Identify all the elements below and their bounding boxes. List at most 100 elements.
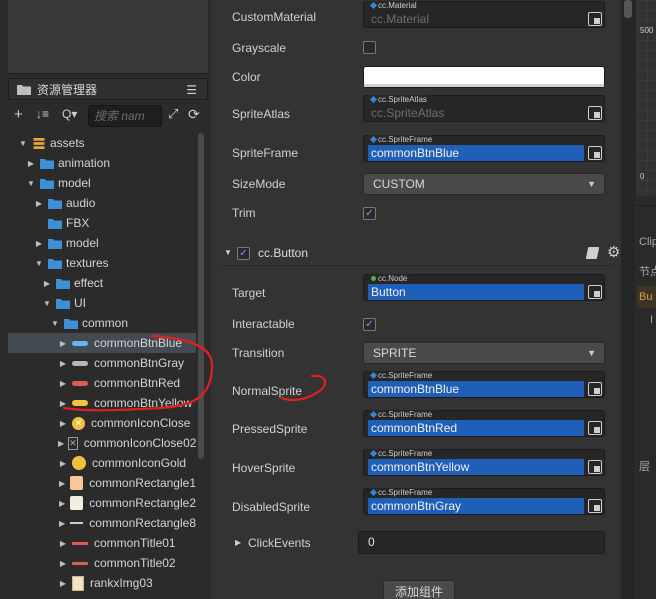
asset-picker-icon[interactable] (588, 499, 602, 513)
help-doc-icon[interactable] (585, 247, 600, 259)
tree-item-commonbtnred[interactable]: ▶ commonBtnRed (8, 373, 196, 393)
sprite-frame-label: SpriteFrame (232, 146, 299, 160)
expand-arrow-icon[interactable]: ▶ (58, 539, 68, 548)
expand-arrow-icon[interactable]: ▶ (58, 519, 66, 528)
expand-arrow-icon[interactable]: ▶ (58, 559, 68, 568)
tree-item-commoniconclose[interactable]: ▶ ✕ commonIconClose (8, 413, 196, 433)
gear-icon[interactable]: ⚙ (607, 243, 620, 261)
custom-material-field[interactable]: cc.Material cc.Material (363, 1, 605, 28)
search-menu-icon[interactable]: Q▾ (62, 107, 77, 121)
tree-item-textures[interactable]: ▼ textures (8, 253, 196, 273)
asset-picker-icon[interactable] (588, 382, 602, 396)
tree-item-common[interactable]: ▼ common (8, 313, 196, 333)
expand-arrow-icon[interactable]: ▶ (58, 459, 68, 468)
tree-scrollbar[interactable] (198, 133, 204, 459)
asset-picker-icon[interactable] (588, 146, 602, 160)
asset-picker-icon[interactable] (588, 285, 602, 299)
expand-arrow-icon[interactable]: ▶ (26, 159, 36, 168)
sprite-atlas-field[interactable]: cc.SpriteAtlas cc.SpriteAtlas (363, 95, 605, 122)
tree-item-model[interactable]: ▼ model (8, 173, 196, 193)
expand-arrow-icon[interactable]: ▶ (58, 339, 68, 348)
tree-item-effect[interactable]: ▶ effect (8, 273, 196, 293)
menu-icon[interactable]: ☰ (186, 83, 197, 97)
tree-item-commonbtnblue[interactable]: ▶ commonBtnBlue (8, 333, 196, 353)
tree-item-assets[interactable]: ▼ assets (8, 133, 196, 153)
sprite-frame-field[interactable]: cc.SpriteFrame commonBtnBlue (363, 135, 605, 162)
asset-tree: ▼ assets ▶ animation ▼ model ▶ audio FBX (8, 133, 196, 599)
expand-arrow-icon[interactable]: ▶ (58, 439, 64, 448)
expand-arrow-icon[interactable]: ▶ (42, 279, 52, 288)
size-mode-select[interactable]: CUSTOM ▼ (363, 173, 605, 195)
inspector-scrollbar[interactable] (621, 0, 635, 599)
tree-item-commonrectangle8[interactable]: ▶ commonRectangle8 (8, 513, 196, 533)
tree-item-commontitle01[interactable]: ▶ commonTitle01 (8, 533, 196, 553)
close-box-icon: ✕ (68, 436, 78, 450)
click-events-count-input[interactable]: 0 (358, 531, 605, 554)
tree-item-label: commonBtnRed (94, 376, 181, 390)
sprite-yellow-icon (72, 400, 88, 406)
expand-arrow-icon[interactable]: ▶ (235, 538, 241, 547)
trim-checkbox[interactable]: ✓ (363, 207, 376, 220)
asset-picker-icon[interactable] (588, 421, 602, 435)
upper-panel (8, 0, 208, 74)
tree-item-ui[interactable]: ▼ UI (8, 293, 196, 313)
type-tag: cc.SpriteFrame (368, 488, 436, 497)
tree-item-commonrectangle2[interactable]: ▶ commonRectangle2 (8, 493, 196, 513)
clip-label: Clip (639, 236, 656, 248)
hover-sprite-field[interactable]: cc.SpriteFrame commonBtnYellow (363, 449, 605, 476)
collapse-arrow-icon[interactable]: ▼ (42, 299, 52, 308)
color-swatch[interactable] (363, 66, 605, 88)
tree-item-commonbtnyellow[interactable]: ▶ commonBtnYellow (8, 393, 196, 413)
collapse-arrow-icon[interactable]: ▼ (34, 259, 44, 268)
asset-picker-icon[interactable] (588, 12, 602, 26)
collapse-arrow-icon[interactable]: ▼ (26, 179, 36, 188)
tree-item-commonrectangle1[interactable]: ▶ commonRectangle1 (8, 473, 196, 493)
expand-arrow-icon[interactable]: ▶ (34, 239, 44, 248)
collapse-arrow-icon[interactable]: ▼ (18, 139, 28, 148)
tree-item-rankximg03[interactable]: ▶ rankxImg03 (8, 573, 196, 593)
asset-picker-icon[interactable] (588, 460, 602, 474)
tree-item-commonbtngray[interactable]: ▶ commonBtnGray (8, 353, 196, 373)
add-component-button[interactable]: 添加组件 (383, 580, 455, 599)
rect-peach-icon (70, 476, 84, 490)
refresh-icon[interactable]: ⟳ (188, 106, 200, 123)
transition-select[interactable]: SPRITE ▼ (363, 342, 605, 364)
expand-arrow-icon[interactable]: ▶ (58, 359, 68, 368)
search-input[interactable] (88, 105, 162, 127)
disabled-sprite-field[interactable]: cc.SpriteFrame commonBtnGray (363, 488, 605, 515)
tree-item-label: commonIconGold (92, 456, 187, 470)
expand-arrow-icon[interactable]: ▶ (58, 419, 68, 428)
asset-toolbar: + ↓≡ Q▾ ⤢ ⟳ (8, 102, 208, 130)
expand-icon[interactable]: ⤢ (168, 106, 178, 122)
asset-picker-icon[interactable] (588, 106, 602, 120)
tree-item-commonicongold[interactable]: ▶ commonIconGold (8, 453, 196, 473)
button-component-header[interactable]: ▼ ✓ cc.Button ⚙ (221, 242, 620, 266)
sort-icon[interactable]: ↓≡ (36, 107, 49, 121)
expand-arrow-icon[interactable]: ▶ (58, 399, 68, 408)
pressed-sprite-field[interactable]: cc.SpriteFrame commonBtnRed (363, 410, 605, 437)
expand-arrow-icon[interactable]: ▶ (34, 199, 44, 208)
size-mode-value: CUSTOM (373, 177, 425, 191)
folder-icon (40, 158, 54, 169)
grayscale-checkbox[interactable] (363, 41, 376, 54)
expand-arrow-icon[interactable]: ▶ (58, 379, 68, 388)
collapse-arrow-icon[interactable]: ▼ (224, 248, 232, 257)
expand-arrow-icon[interactable]: ▶ (58, 579, 68, 588)
add-icon[interactable]: + (14, 106, 23, 123)
type-tag: cc.Material (368, 1, 420, 10)
expand-arrow-icon[interactable]: ▶ (58, 479, 66, 488)
tree-item-audio[interactable]: ▶ audio (8, 193, 196, 213)
target-field[interactable]: cc.Node Button (363, 274, 605, 301)
component-enabled-checkbox[interactable]: ✓ (237, 247, 250, 260)
expand-arrow-icon[interactable]: ▶ (58, 499, 66, 508)
tree-item-model-sub[interactable]: ▶ model (8, 233, 196, 253)
tree-item-animation[interactable]: ▶ animation (8, 153, 196, 173)
inspector-scrollbar-thumb[interactable] (624, 0, 632, 18)
tree-item-commoniconclose02[interactable]: ▶ ✕ commonIconClose02 (8, 433, 196, 453)
tree-item-fbx[interactable]: FBX (8, 213, 196, 233)
interactable-checkbox[interactable]: ✓ (363, 318, 376, 331)
sprite-red-icon (72, 380, 88, 386)
tree-item-commontitle02[interactable]: ▶ commonTitle02 (8, 553, 196, 573)
normal-sprite-field[interactable]: cc.SpriteFrame commonBtnBlue (363, 371, 605, 398)
collapse-arrow-icon[interactable]: ▼ (50, 319, 60, 328)
